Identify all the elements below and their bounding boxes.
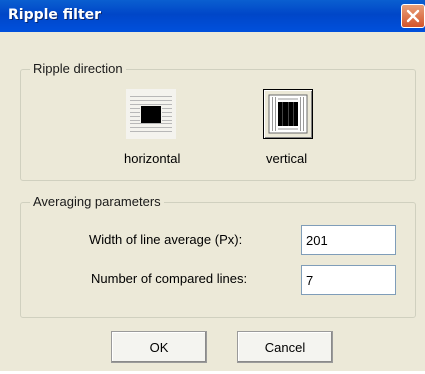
ripple-direction-legend: Ripple direction — [30, 61, 126, 76]
compared-lines-input[interactable] — [301, 265, 396, 295]
horizontal-ripple-icon — [130, 96, 172, 132]
line-average-width-label: Width of line average (Px): — [89, 232, 243, 247]
vertical-label: vertical — [266, 151, 308, 166]
vertical-direction-button[interactable] — [263, 89, 313, 139]
close-icon — [406, 9, 420, 23]
window-title: Ripple filter — [8, 7, 102, 23]
vertical-ripple-icon — [268, 94, 308, 134]
ripple-filter-dialog: Ripple filter Ripple direction horizonta… — [0, 0, 425, 374]
horizontal-label: horizontal — [124, 151, 181, 166]
cancel-button[interactable]: Cancel — [237, 331, 333, 363]
compared-lines-label: Number of compared lines: — [91, 271, 248, 286]
close-button[interactable] — [401, 4, 425, 28]
ripple-direction-group: Ripple direction horizontal vertical — [20, 61, 416, 181]
averaging-parameters-group: Averaging parameters Width of line avera… — [20, 194, 416, 318]
title-bar: Ripple filter — [0, 0, 425, 32]
line-average-width-input[interactable] — [301, 225, 396, 255]
horizontal-direction-button[interactable] — [126, 89, 176, 139]
averaging-parameters-legend: Averaging parameters — [30, 194, 164, 209]
ok-button[interactable]: OK — [111, 331, 207, 363]
